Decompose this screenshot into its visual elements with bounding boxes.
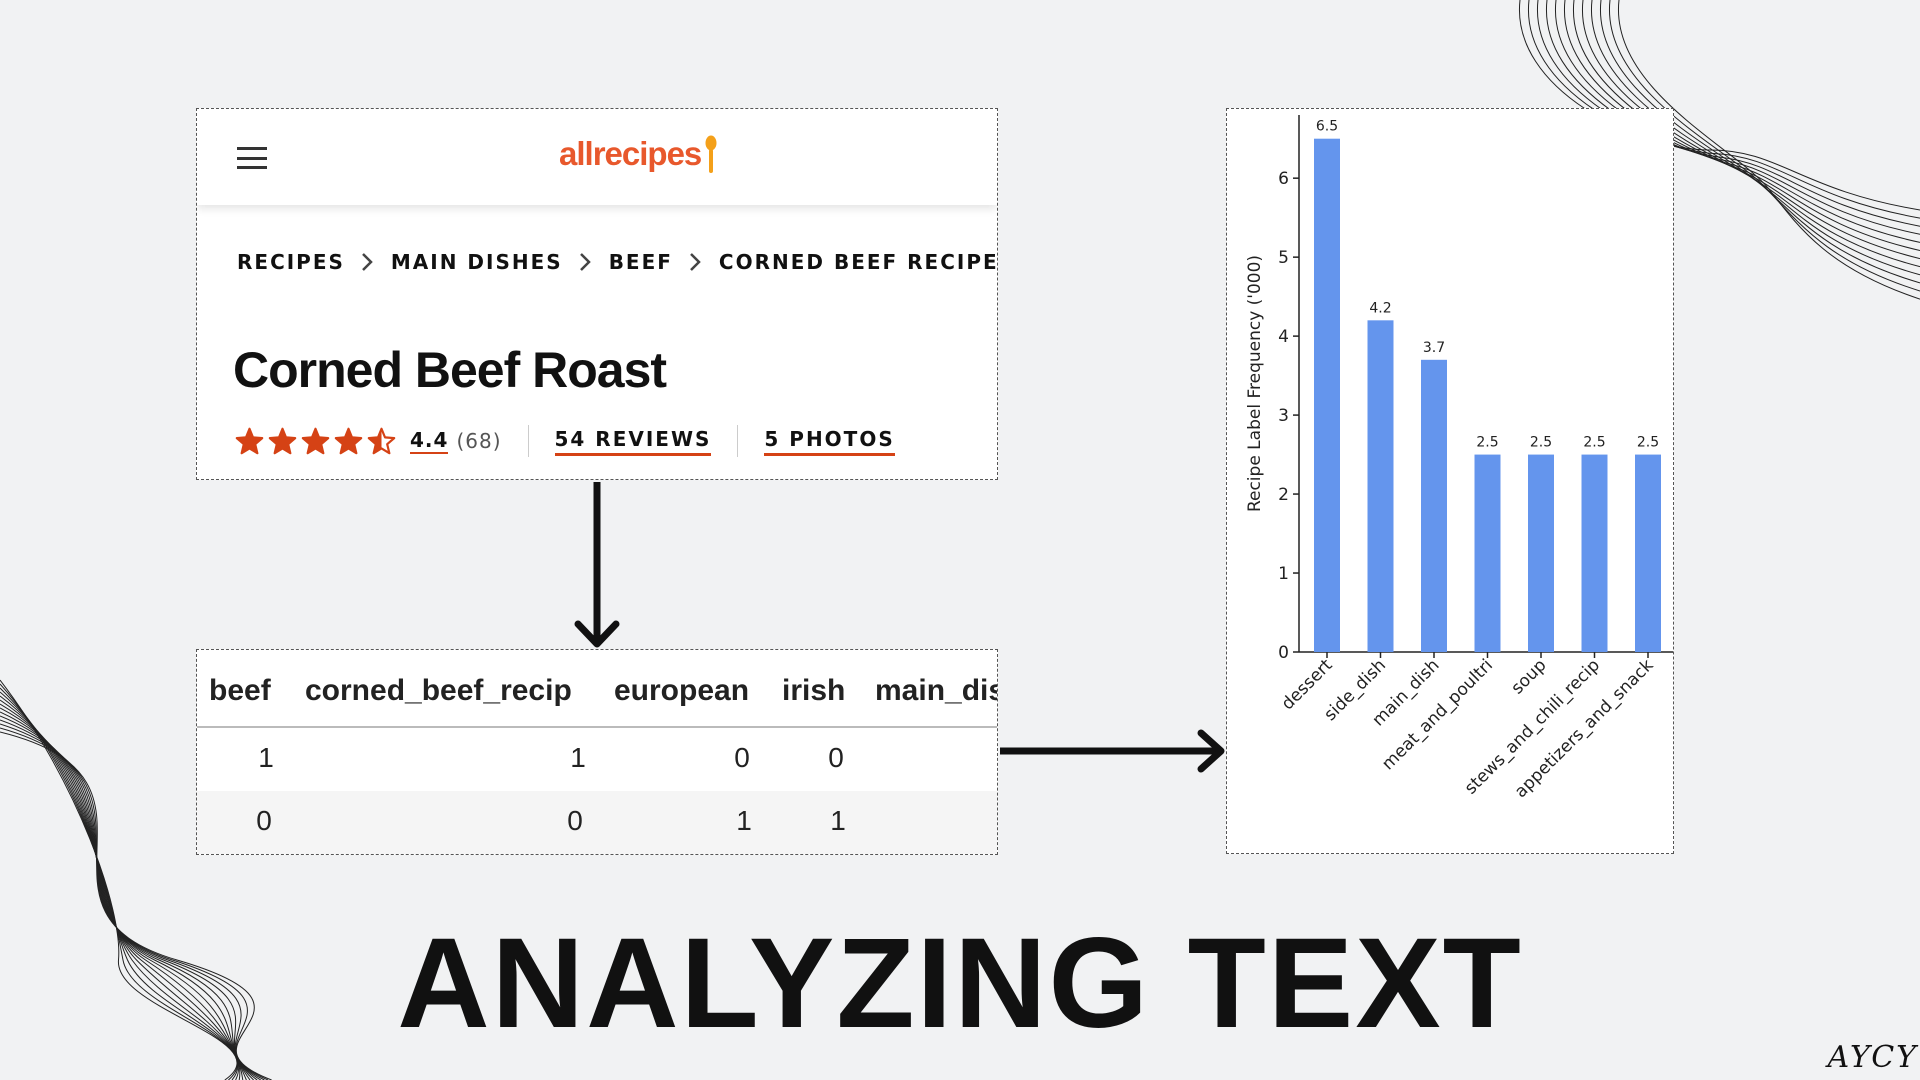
column-header: irish (782, 674, 846, 707)
chevron-right-icon (689, 252, 701, 272)
bar-value-label: 3.7 (1423, 340, 1445, 356)
table-row: 1 1 0 0 (197, 728, 997, 791)
chart-bar (1581, 454, 1608, 652)
column-header: beef (209, 674, 271, 707)
arrow-down-icon (574, 482, 620, 648)
chevron-right-icon (579, 252, 591, 272)
y-tick-label: 0 (1278, 643, 1289, 663)
star-icon (367, 427, 396, 454)
bar-value-label: 2.5 (1476, 435, 1498, 451)
divider (737, 425, 739, 457)
star-icon (334, 427, 363, 454)
table-cell: 1 (258, 742, 274, 773)
y-tick-label: 2 (1278, 485, 1289, 505)
bar-chart-panel: 0 1 2 3 4 5 6 Recipe Label Frequency ('000) 6.5 d… (1226, 108, 1674, 854)
hamburger-menu-icon[interactable] (237, 147, 267, 169)
table-cell: 1 (736, 805, 752, 836)
recipe-card-screenshot: allrecipes RECIPES MAIN DISHES BEEF CORN… (196, 108, 998, 480)
spoon-icon (705, 135, 717, 173)
breadcrumb-item-beef[interactable]: BEEF (609, 250, 673, 274)
y-tick-label: 3 (1278, 406, 1289, 426)
bar-value-label: 2.5 (1637, 435, 1659, 451)
table-cell: 0 (256, 805, 272, 836)
chart-bar (1635, 454, 1661, 652)
table-cell: 0 (567, 805, 583, 836)
y-tick-label: 5 (1278, 248, 1289, 268)
column-header: corned_beef_recip (305, 674, 572, 707)
recipe-title: Corned Beef Roast (233, 342, 667, 398)
site-header: allrecipes (197, 109, 997, 205)
star-icon (301, 427, 330, 454)
bar-value-label: 4.2 (1369, 300, 1391, 316)
bar-value-label: 2.5 (1583, 435, 1605, 451)
chart-bar (1528, 454, 1554, 652)
y-axis-label: Recipe Label Frequency ('000) (1245, 255, 1265, 512)
rating-score[interactable]: 4.4 (410, 428, 449, 454)
y-tick-label: 4 (1278, 327, 1289, 347)
chart-bar (1421, 359, 1447, 652)
star-icon (235, 427, 264, 454)
label-table: beef corned_beef_recip european irish ma… (196, 649, 998, 855)
reviews-link[interactable]: 54 REVIEWS (554, 427, 712, 456)
star-rating (235, 427, 396, 456)
x-tick-label: soup (1508, 655, 1551, 698)
table-cell: 1 (830, 805, 846, 836)
chart-bar (1314, 138, 1340, 653)
site-logo[interactable]: allrecipes (559, 135, 702, 173)
bar-value-label: 2.5 (1530, 435, 1552, 451)
author-signature: AYCY (1827, 1040, 1918, 1075)
table-cell: 0 (734, 742, 750, 773)
breadcrumb-item-recipes[interactable]: RECIPES (237, 250, 345, 274)
table-cell: 1 (570, 742, 586, 773)
rating-count: (68) (456, 429, 502, 453)
breadcrumb: RECIPES MAIN DISHES BEEF CORNED BEEF REC… (237, 250, 997, 274)
bar-value-label: 6.5 (1316, 119, 1338, 135)
bar-chart: 0123456Recipe Label Frequency ('000)6.5d… (1245, 115, 1673, 802)
table-cell: 0 (828, 742, 844, 773)
star-icon (268, 427, 297, 454)
breadcrumb-item-corned-beef-recipes[interactable]: CORNED BEEF RECIPES (719, 250, 997, 274)
arrow-right-icon (1000, 729, 1225, 773)
divider (527, 425, 529, 457)
chevron-right-icon (361, 252, 373, 272)
y-tick-label: 1 (1278, 564, 1289, 584)
page-heading: ANALYZING TEXT (397, 912, 1523, 1055)
photos-link[interactable]: 5 PHOTOS (764, 427, 895, 456)
rating-row: 4.4 (68) 54 REVIEWS 5 PHOTOS (235, 425, 895, 457)
chart-bar (1367, 320, 1394, 652)
y-tick-label: 6 (1278, 169, 1289, 189)
column-header: european (614, 674, 750, 707)
chart-bar (1474, 454, 1501, 652)
table-row: 0 0 1 1 (197, 791, 997, 854)
table-header: beef corned_beef_recip european irish ma… (197, 650, 997, 728)
column-header: main_dis (875, 674, 998, 707)
breadcrumb-item-main-dishes[interactable]: MAIN DISHES (391, 250, 563, 274)
